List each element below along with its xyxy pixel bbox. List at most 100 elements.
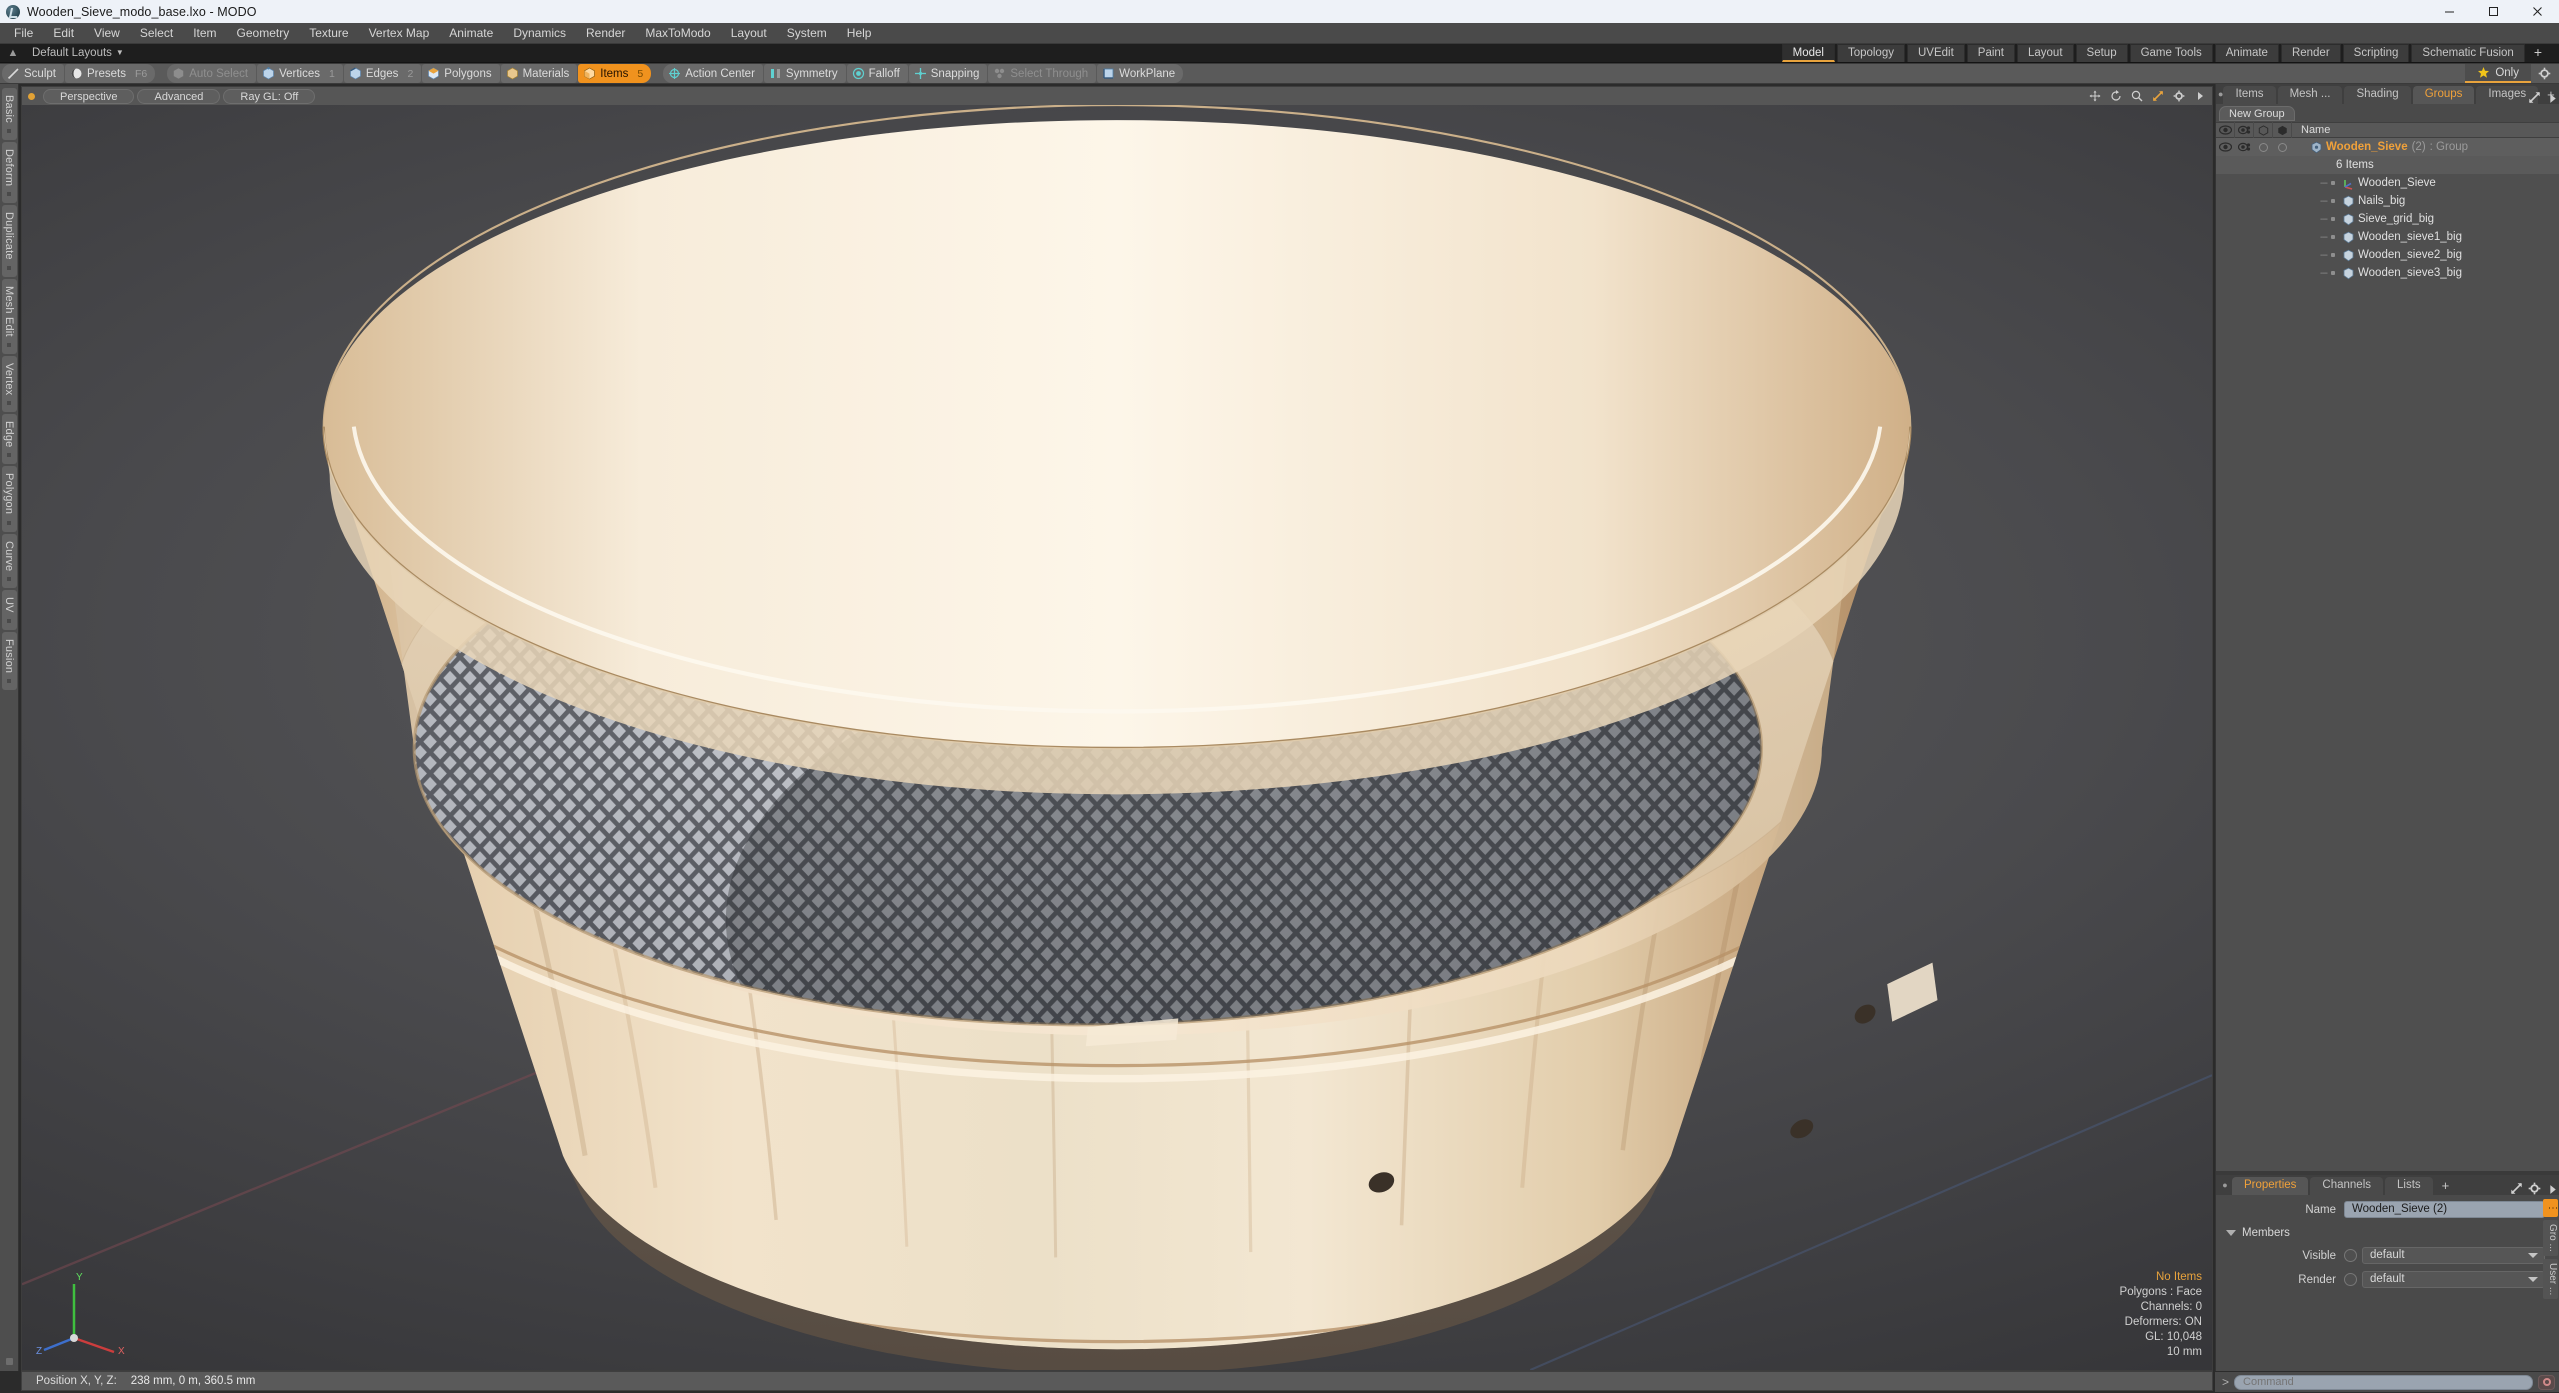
list-item[interactable]: --- Nails_big bbox=[2216, 192, 2559, 210]
viewport-shading-selector[interactable]: Advanced bbox=[137, 88, 221, 104]
left-tab-deform[interactable]: Deform bbox=[1, 141, 17, 204]
select-through-button[interactable]: Select Through bbox=[988, 64, 1097, 83]
tab-paint[interactable]: Paint bbox=[1966, 44, 2015, 62]
only-toggle-button[interactable]: Only bbox=[2465, 64, 2531, 83]
column-shaded-icon[interactable] bbox=[2273, 122, 2292, 138]
menu-view[interactable]: View bbox=[84, 23, 130, 44]
panel-expand-icon[interactable] bbox=[2528, 91, 2540, 103]
menu-layout[interactable]: Layout bbox=[721, 23, 777, 44]
tab-setup[interactable]: Setup bbox=[2075, 44, 2128, 62]
command-input[interactable] bbox=[2234, 1374, 2533, 1390]
maximize-button[interactable] bbox=[2471, 0, 2515, 23]
tab-game-tools[interactable]: Game Tools bbox=[2129, 44, 2213, 62]
falloff-button[interactable]: Falloff bbox=[846, 64, 908, 83]
panel-tab-items[interactable]: Items bbox=[2223, 86, 2276, 104]
menu-system[interactable]: System bbox=[777, 23, 837, 44]
new-group-button[interactable]: New Group bbox=[2219, 105, 2295, 121]
3d-viewport[interactable]: No Items Polygons : Face Channels: 0 Def… bbox=[21, 105, 2213, 1371]
menu-geometry[interactable]: Geometry bbox=[227, 23, 300, 44]
viewport-menu-arrow-icon[interactable] bbox=[2194, 90, 2206, 102]
edges-button[interactable]: Edges 2 bbox=[343, 64, 422, 83]
snapping-button[interactable]: Snapping bbox=[908, 64, 988, 83]
properties-menu-dot-icon[interactable]: ● bbox=[2218, 1175, 2232, 1195]
left-tab-polygon[interactable]: Polygon bbox=[1, 466, 17, 532]
properties-add-tab-button[interactable]: + bbox=[2435, 1177, 2457, 1195]
toolbar-settings-button[interactable] bbox=[2531, 64, 2557, 83]
column-render-visibility-icon[interactable] bbox=[2235, 122, 2254, 138]
left-tab-edge[interactable]: Edge bbox=[1, 413, 17, 465]
menu-texture[interactable]: Texture bbox=[299, 23, 358, 44]
left-tab-basic[interactable]: Basic bbox=[1, 88, 17, 140]
items-button[interactable]: Items 5 bbox=[578, 64, 652, 83]
zoom-icon[interactable] bbox=[2131, 90, 2143, 102]
list-item[interactable]: --- Wooden_sieve3_big bbox=[2216, 264, 2559, 282]
group-wireframe-toggle[interactable] bbox=[2254, 138, 2273, 156]
menu-edit[interactable]: Edit bbox=[43, 23, 84, 44]
tab-render[interactable]: Render bbox=[2280, 44, 2341, 62]
left-tab-uv[interactable]: UV bbox=[1, 589, 17, 630]
workplane-button[interactable]: WorkPlane bbox=[1097, 64, 1184, 83]
group-item-list[interactable]: Wooden_Sieve (2) : Group 6 Items --- Woo… bbox=[2216, 138, 2559, 1171]
properties-gear-icon[interactable] bbox=[2528, 1182, 2541, 1195]
group-shaded-toggle[interactable] bbox=[2273, 138, 2292, 156]
close-button[interactable] bbox=[2515, 0, 2559, 23]
polygons-button[interactable]: Polygons bbox=[422, 64, 500, 83]
sculpt-button[interactable]: Sculpt bbox=[2, 64, 64, 83]
members-section-header[interactable]: Members bbox=[2216, 1224, 2559, 1241]
panel-menu-arrow-icon[interactable] bbox=[2546, 92, 2556, 103]
menu-help[interactable]: Help bbox=[837, 23, 882, 44]
menu-animate[interactable]: Animate bbox=[439, 23, 503, 44]
panel-tab-mesh[interactable]: Mesh ... bbox=[2277, 86, 2343, 104]
command-record-button[interactable] bbox=[2538, 1374, 2555, 1390]
list-item[interactable]: --- Wooden_sieve1_big bbox=[2216, 228, 2559, 246]
tab-model[interactable]: Model bbox=[1781, 44, 1835, 62]
left-strip-grip-handle[interactable] bbox=[5, 1358, 13, 1365]
group-visibility-toggle[interactable] bbox=[2216, 138, 2235, 156]
expand-icon[interactable] bbox=[2152, 90, 2164, 102]
properties-side-handle[interactable]: ⋮ bbox=[2543, 1199, 2558, 1217]
list-item[interactable]: --- Wooden_Sieve bbox=[2216, 174, 2559, 192]
left-tab-vertex[interactable]: Vertex bbox=[1, 355, 17, 412]
list-item[interactable]: --- Wooden_sieve2_big bbox=[2216, 246, 2559, 264]
properties-side-tab-user[interactable]: User ... bbox=[2543, 1258, 2558, 1300]
tab-layout[interactable]: Layout bbox=[2017, 44, 2074, 62]
properties-side-tab-groups[interactable]: Gro ... bbox=[2543, 1220, 2558, 1256]
panel-tab-shading[interactable]: Shading bbox=[2344, 86, 2411, 104]
auto-select-button[interactable]: Auto Select bbox=[167, 64, 257, 83]
presets-button[interactable]: Presets F6 bbox=[64, 64, 156, 83]
vertices-button[interactable]: Vertices 1 bbox=[257, 64, 343, 83]
left-tab-mesh-edit[interactable]: Mesh Edit bbox=[1, 278, 17, 354]
group-render-toggle[interactable] bbox=[2235, 138, 2254, 156]
panel-tab-groups[interactable]: Groups bbox=[2412, 86, 2475, 104]
left-tab-duplicate[interactable]: Duplicate bbox=[1, 205, 17, 277]
action-center-button[interactable]: Action Center bbox=[663, 64, 763, 83]
materials-button[interactable]: Materials bbox=[500, 64, 578, 83]
viewport-view-mode-selector[interactable]: Perspective bbox=[43, 88, 135, 104]
left-tab-fusion[interactable]: Fusion bbox=[1, 631, 17, 690]
symmetry-button[interactable]: Symmetry bbox=[763, 64, 846, 83]
collapse-arrow-icon[interactable]: ▲ bbox=[0, 47, 26, 59]
tab-scripting[interactable]: Scripting bbox=[2342, 44, 2410, 62]
menu-dynamics[interactable]: Dynamics bbox=[503, 23, 576, 44]
visible-override-checkbox[interactable] bbox=[2344, 1249, 2357, 1262]
properties-expand-icon[interactable] bbox=[2510, 1182, 2522, 1194]
list-item[interactable]: --- Sieve_grid_big bbox=[2216, 210, 2559, 228]
add-tab-button[interactable]: + bbox=[2527, 44, 2549, 62]
minimize-button[interactable] bbox=[2427, 0, 2471, 23]
tab-uvedit[interactable]: UVEdit bbox=[1906, 44, 1965, 62]
group-row-header[interactable]: Wooden_Sieve (2) : Group bbox=[2216, 138, 2559, 156]
move-icon[interactable] bbox=[2089, 90, 2101, 102]
render-override-checkbox[interactable] bbox=[2344, 1273, 2357, 1286]
viewport-settings-gear-icon[interactable] bbox=[2173, 90, 2185, 102]
tab-topology[interactable]: Topology bbox=[1836, 44, 1905, 62]
column-visibility-icon[interactable] bbox=[2216, 122, 2235, 138]
tab-schematic-fusion[interactable]: Schematic Fusion bbox=[2411, 44, 2525, 62]
render-dropdown[interactable]: default bbox=[2362, 1271, 2545, 1288]
properties-menu-arrow-icon[interactable] bbox=[2546, 1183, 2556, 1194]
left-tab-curve[interactable]: Curve bbox=[1, 533, 17, 588]
name-field[interactable]: Wooden_Sieve (2) bbox=[2344, 1201, 2545, 1218]
menu-select[interactable]: Select bbox=[130, 23, 183, 44]
menu-file[interactable]: File bbox=[4, 23, 43, 44]
tab-properties[interactable]: Properties bbox=[2232, 1177, 2309, 1195]
axis-gizmo[interactable]: Y X Z bbox=[36, 1266, 146, 1356]
